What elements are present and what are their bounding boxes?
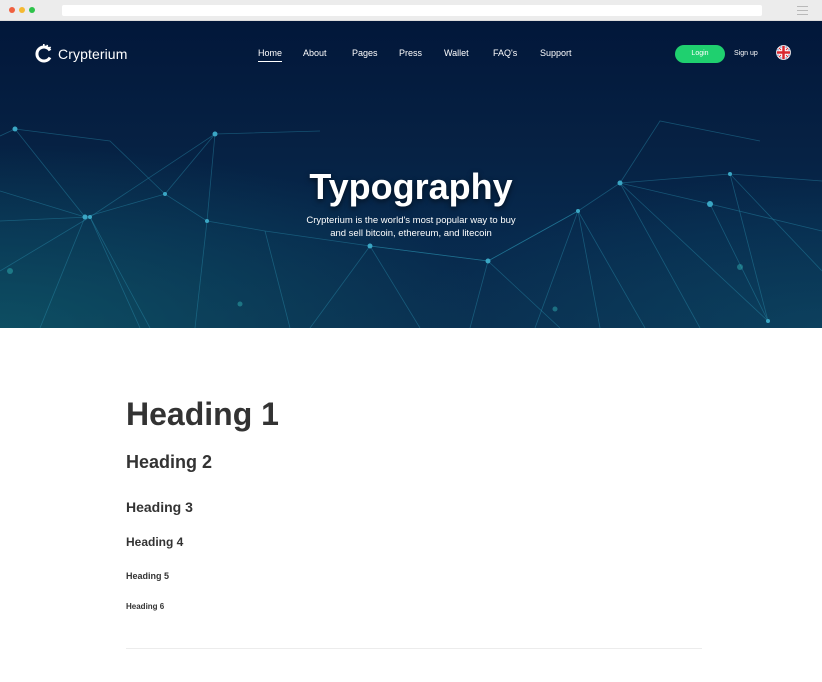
hamburger-menu-icon[interactable]	[797, 6, 808, 15]
section-divider	[126, 648, 702, 649]
nav-item-home[interactable]: Home	[258, 48, 283, 62]
hero-subtitle: Crypterium is the world's most popular w…	[0, 214, 822, 240]
nav-item-wallet[interactable]: Wallet	[444, 48, 469, 58]
login-button[interactable]: Login	[675, 45, 725, 63]
uk-flag-icon[interactable]	[776, 45, 791, 60]
page-title: Typography	[309, 166, 513, 207]
hero-subtitle-line-1: Crypterium is the world's most popular w…	[306, 215, 516, 226]
heading-2-sample: Heading 2	[126, 452, 213, 472]
minimize-window-dot[interactable]	[19, 7, 25, 13]
brand-logo[interactable]: Crypterium	[34, 43, 127, 65]
signup-link[interactable]: Sign up	[734, 50, 758, 57]
nav-item-support[interactable]: Support	[540, 48, 572, 58]
nav-item-press[interactable]: Press	[399, 48, 422, 58]
brand-name: Crypterium	[58, 46, 128, 62]
heading-4-sample: Heading 4	[126, 535, 184, 549]
browser-chrome	[0, 0, 822, 21]
hero-section: Crypterium Home About Pages Press Wallet…	[0, 21, 822, 328]
nav-item-pages[interactable]: Pages	[352, 48, 378, 58]
nav-item-faqs[interactable]: FAQ's	[493, 48, 517, 58]
close-window-dot[interactable]	[9, 7, 15, 13]
heading-3-sample: Heading 3	[126, 499, 193, 515]
hero-subtitle-line-2: and sell bitcoin, ethereum, and litecoin	[330, 228, 492, 239]
typography-content: Heading 1 Heading 2 Heading 3 Heading 4 …	[126, 328, 702, 682]
heading-5-sample: Heading 5	[126, 571, 170, 581]
maximize-window-dot[interactable]	[29, 7, 35, 13]
address-bar[interactable]	[62, 5, 762, 16]
crypterium-logo-icon	[35, 44, 52, 63]
nav-item-about[interactable]: About	[303, 48, 327, 58]
heading-6-sample: Heading 6	[126, 602, 165, 611]
heading-1-sample: Heading 1	[126, 396, 279, 432]
